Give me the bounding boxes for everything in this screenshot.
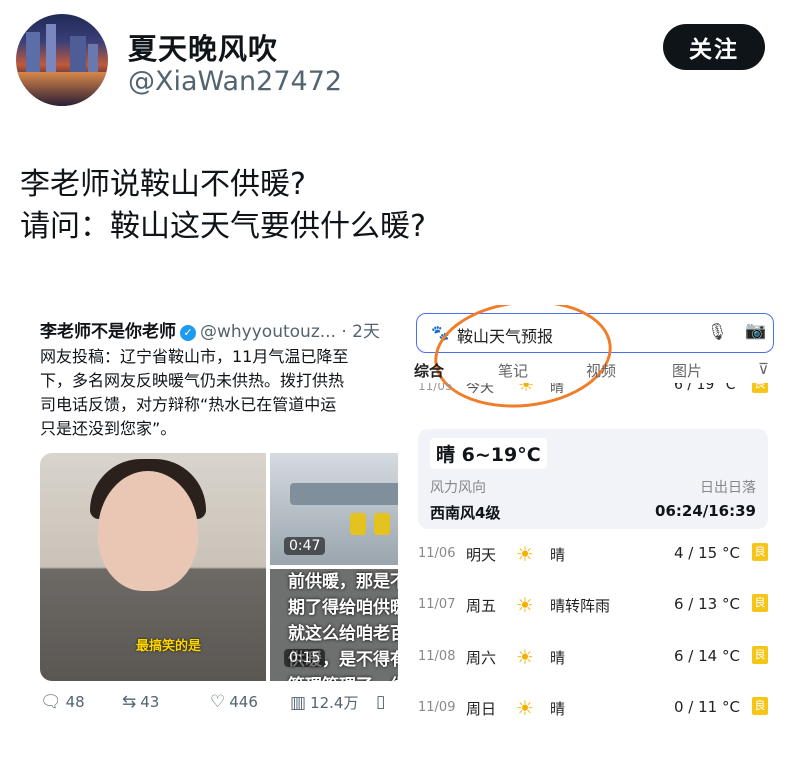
wind-label: 风力风向	[430, 480, 486, 496]
forecast-row-today: 11/05 今天 ☀ 晴 6 / 19 °C 良	[410, 383, 785, 405]
microphone-icon[interactable]: 🎙	[707, 322, 727, 341]
quoted-body: 网友投稿：辽宁省鞍山市，11月气温已降至 下，多名网友反映暖气仍未供热。拨打供热…	[40, 345, 398, 441]
aqi-badge: 良	[752, 594, 768, 612]
bookmark-icon: ▯	[376, 692, 386, 712]
quoted-handle: @whyyoutouz...	[200, 322, 336, 342]
quoted-name: 李老师不是你老师	[40, 322, 176, 342]
video-thumbnail-pipes[interactable]: 0:47	[270, 453, 398, 565]
quoted-header: 李老师不是你老师 ✓ @whyyoutouz... · 2天	[40, 317, 380, 342]
aqi-badge: 良	[752, 543, 768, 561]
weather-search-screenshot[interactable]: 🐾 鞍山天气预报 🎙 📷 综合 笔记 视频 图片 ⊽ 11/05 今天 ☀ 晴 …	[410, 305, 785, 725]
tab-视频[interactable]: 视频	[586, 360, 616, 381]
forecast-row: 11/06 明天 ☀ 晴 4 / 15 °C 良	[410, 540, 785, 570]
tab-笔记[interactable]: 笔记	[498, 360, 528, 381]
wind-value: 西南风4级	[430, 504, 501, 522]
user-handle[interactable]: @XiaWan27472	[128, 66, 342, 97]
forecast-row: 11/08 周六 ☀ 晴 6 / 14 °C 良	[410, 643, 785, 673]
reply-button[interactable]: 🗨 48	[40, 692, 85, 712]
embedded-tweet-screenshot[interactable]: 李老师不是你老师 ✓ @whyyoutouz... · 2天 网友投稿：辽宁省鞍山市…	[30, 305, 398, 725]
condition-range: 晴 6~19°C	[430, 438, 547, 469]
heart-icon: ♡	[210, 692, 226, 712]
sun-icon: ☀	[516, 696, 534, 720]
quoted-body-line: 司电话反馈，对方辩称“热水已在管道中运	[40, 395, 337, 414]
quoted-body-line: 下，多名网友反映暖气仍未供热。拨打供热	[40, 371, 345, 390]
aqi-badge: 良	[752, 697, 768, 715]
verified-icon: ✓	[180, 325, 196, 341]
video-duration: 0:15	[284, 649, 326, 667]
tab-图片[interactable]: 图片	[672, 360, 702, 381]
bar-chart-icon: ▥	[290, 692, 307, 713]
follow-button[interactable]: 关注	[663, 24, 765, 70]
quoted-body-line: 网友投稿：辽宁省鞍山市，11月气温已降至	[40, 347, 349, 366]
sunrise-sunset-value: 06:24/16:39	[655, 502, 756, 520]
sun-icon: ☀	[518, 383, 535, 396]
forecast-row: 11/07 周五 ☀ 晴转阵雨 6 / 13 °C 良	[410, 591, 785, 621]
video-duration: 0:47	[284, 537, 326, 555]
bookmark-button[interactable]: ▯	[376, 692, 385, 712]
tab-综合[interactable]: 综合	[414, 360, 444, 381]
sun-icon: ☀	[516, 645, 534, 669]
camera-icon[interactable]: 📷	[745, 321, 766, 341]
like-button[interactable]: ♡ 446	[210, 692, 258, 712]
quoted-body-line: 只是还没到您家”。	[40, 419, 177, 438]
avatar[interactable]	[16, 14, 108, 106]
reply-icon: 🗨	[40, 692, 62, 712]
sun-icon: ☀	[516, 542, 534, 566]
post-line-1: 李老师说鞍山不供暖?	[20, 167, 306, 202]
views-button[interactable]: ▥ 12.4万	[290, 692, 358, 713]
video-thumbnail-subtitles[interactable]: 前供暖，那是不 期了得给咱供暖 就这么给咱老百 供暖，是不得有 管理管理了，供 …	[270, 569, 398, 681]
post-text: 李老师说鞍山不供暖? 请问：鞍山这天气要供什么暖?	[20, 164, 426, 248]
display-name[interactable]: 夏天晚风吹	[128, 26, 278, 68]
forecast-row: 11/09 周日 ☀ 晴 0 / 11 °C 良	[410, 694, 785, 724]
retweet-button[interactable]: ⇆ 43	[122, 692, 159, 712]
quoted-time: · 2天	[341, 322, 380, 342]
retweet-icon: ⇆	[122, 692, 137, 712]
aqi-badge: 良	[752, 646, 768, 664]
filter-icon[interactable]: ⊽	[758, 360, 769, 378]
sunrise-sunset-label: 日出日落	[700, 480, 756, 496]
video-thumbnail-main[interactable]: 最搞笑的是	[40, 453, 266, 681]
weather-detail-card: 晴 6~19°C 风力风向 日出日落 西南风4级 06:24/16:39	[418, 429, 768, 529]
video-caption: 最搞笑的是	[136, 639, 202, 654]
post-line-2: 请问：鞍山这天气要供什么暖?	[20, 209, 426, 244]
sun-icon: ☀	[516, 593, 534, 617]
